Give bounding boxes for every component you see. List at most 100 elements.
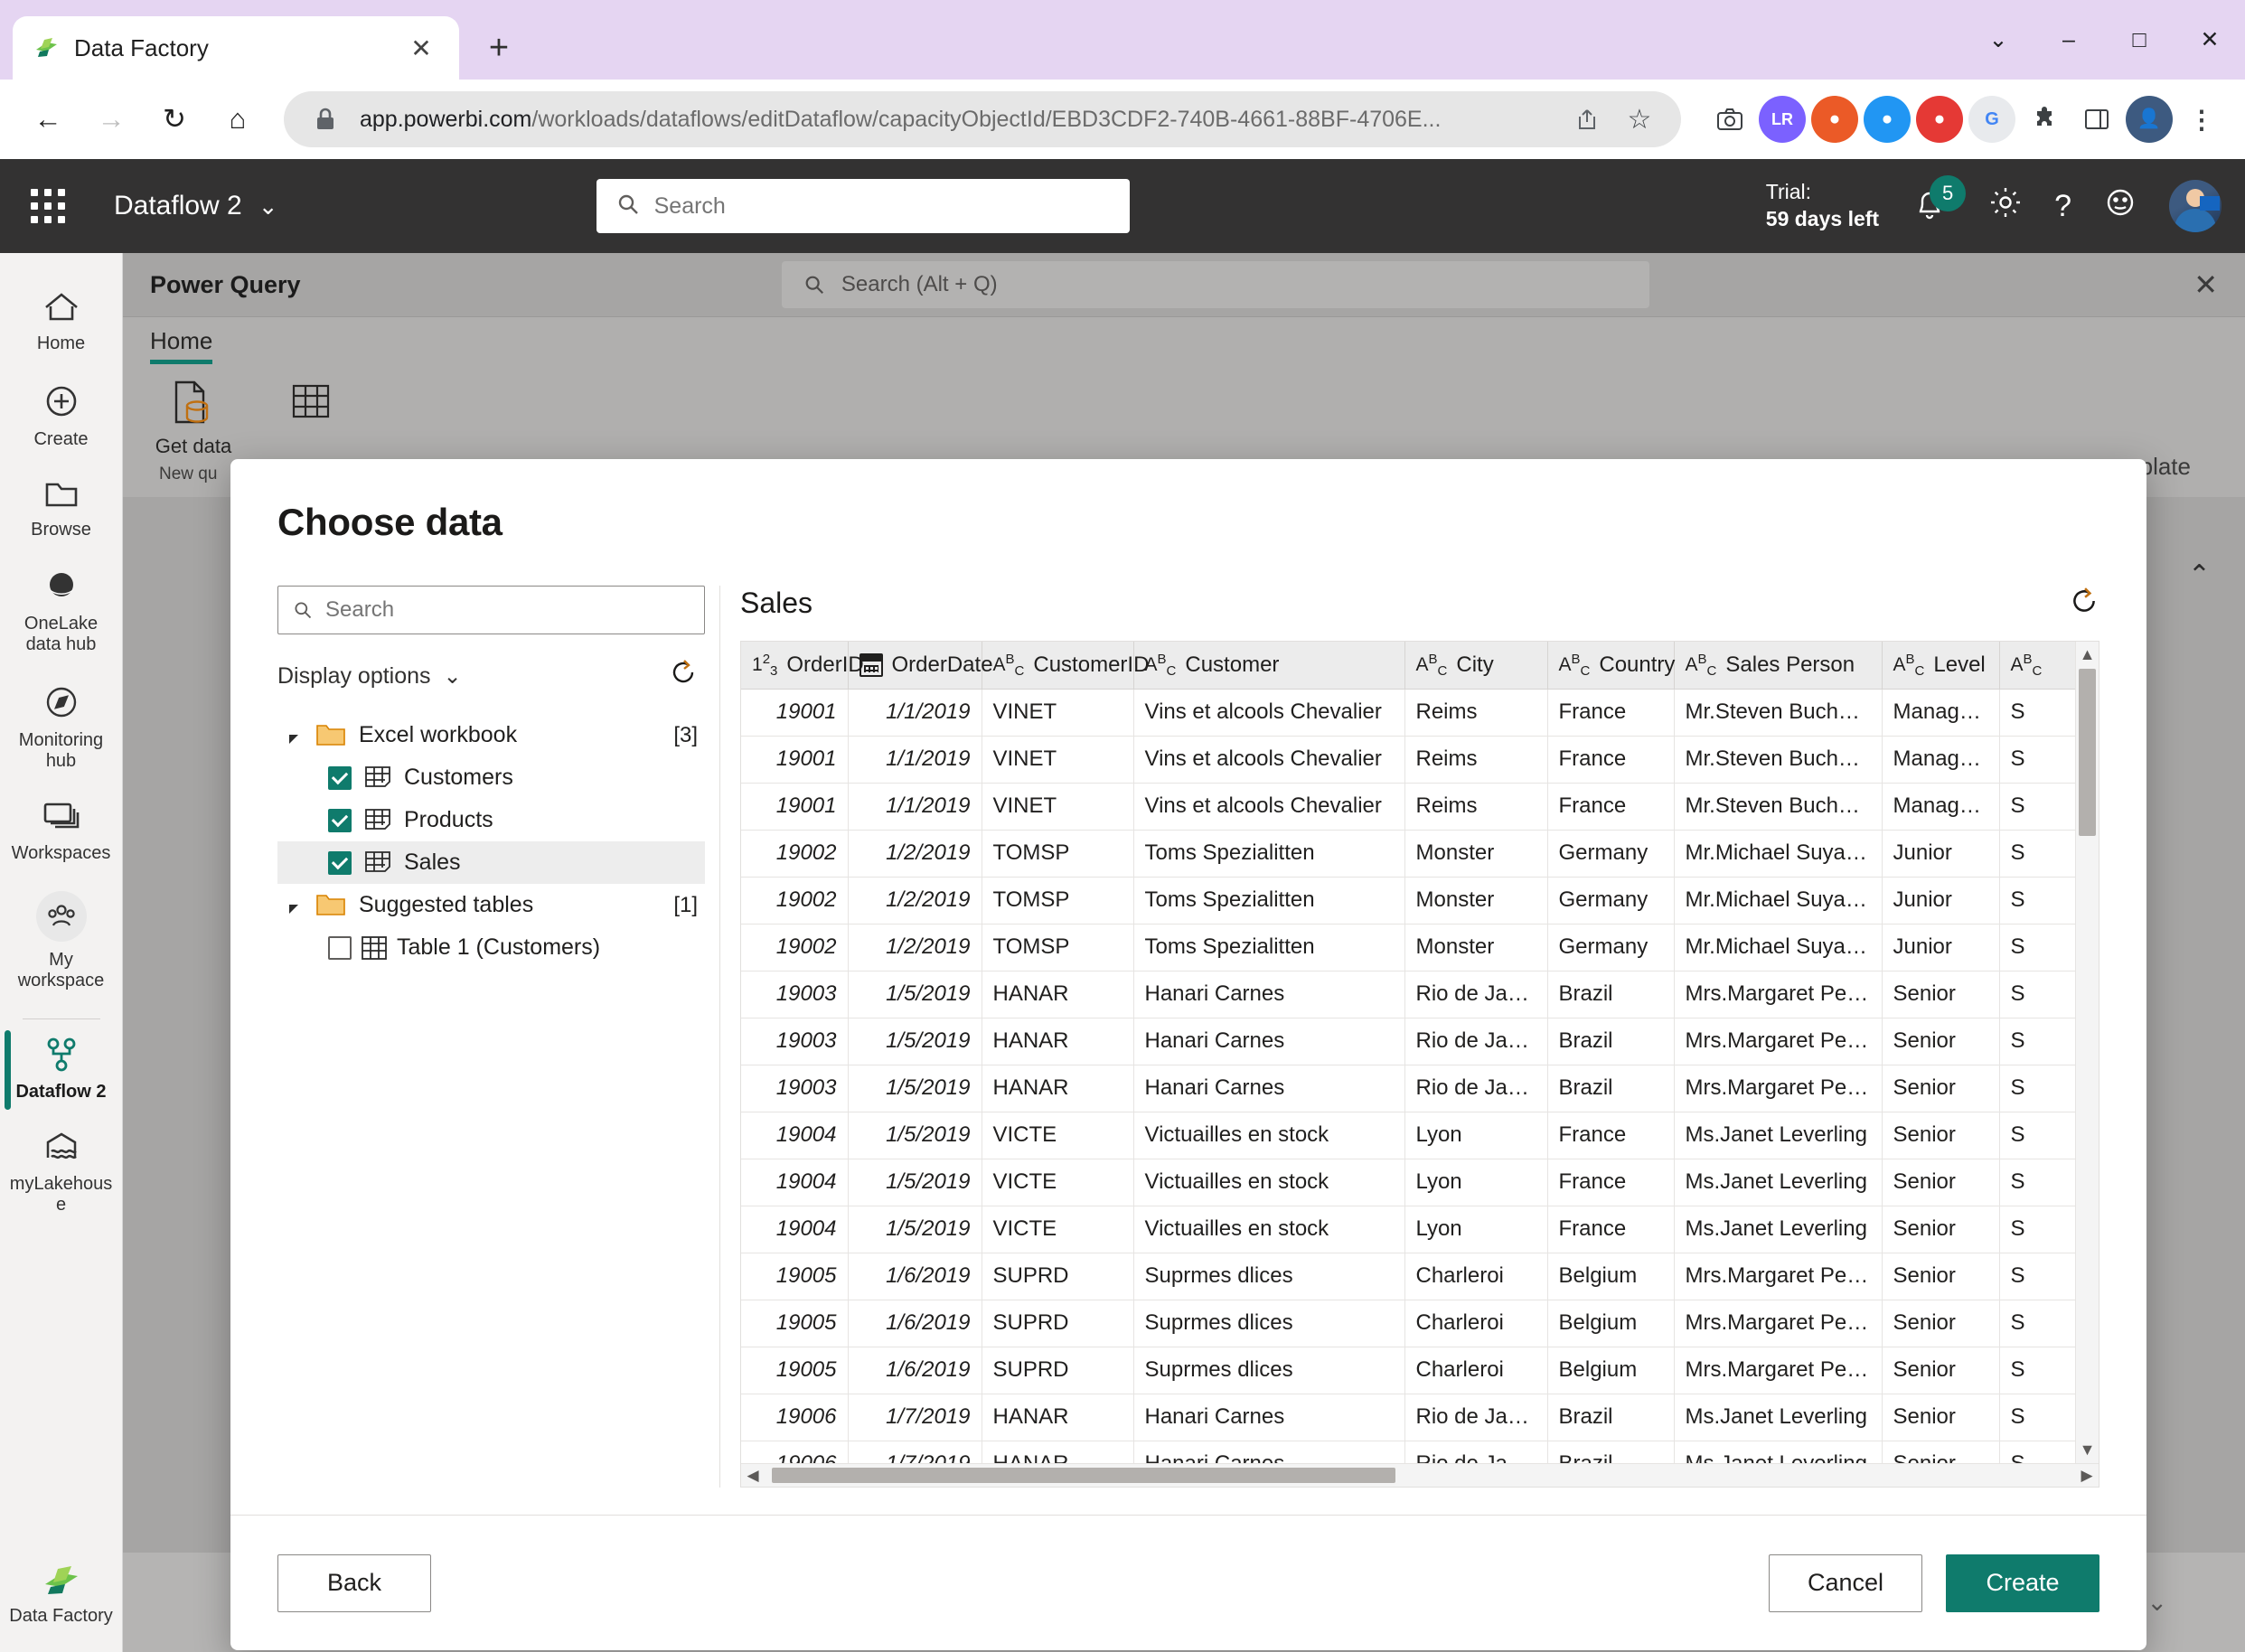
user-avatar[interactable] bbox=[2169, 180, 2222, 232]
forward-icon[interactable]: → bbox=[83, 91, 139, 147]
table-row[interactable]: 19003 1/5/2019 HANAR Hanari Carnes Rio de Ja… bbox=[741, 971, 2075, 1018]
checkbox[interactable] bbox=[328, 808, 352, 832]
sidebar-item-home[interactable]: Home bbox=[0, 277, 123, 369]
chevron-up-icon[interactable]: ⌃ bbox=[2188, 559, 2211, 591]
vertical-scroll-thumb[interactable] bbox=[2079, 669, 2096, 836]
caret-expanded-icon[interactable] bbox=[286, 897, 303, 914]
power-query-search[interactable]: Search (Alt + Q) bbox=[781, 261, 1649, 308]
profile-avatar[interactable]: 👤 bbox=[2126, 96, 2173, 143]
cancel-button[interactable]: Cancel bbox=[1769, 1553, 1922, 1612]
tree-group-excel-workbook[interactable]: Excel workbook [3] bbox=[277, 714, 705, 756]
tree-item-products[interactable]: Products bbox=[277, 799, 705, 841]
kebab-menu-icon[interactable]: ⋮ bbox=[2178, 96, 2225, 143]
table-row[interactable]: 19003 1/5/2019 HANAR Hanari Carnes Rio de Ja… bbox=[741, 1018, 2075, 1065]
table-row[interactable]: 190061/7/2019HANARHanari CarnesRio de Ja… bbox=[741, 1441, 2075, 1463]
sidebar-item-monitoring-hub[interactable]: Monitoring hub bbox=[0, 670, 123, 786]
maximize-button[interactable]: □ bbox=[2104, 0, 2175, 80]
table-row[interactable]: 19004 1/5/2019 VICTE Victuailles en stock Ly… bbox=[741, 1159, 2075, 1206]
column-header-city[interactable]: ABC City bbox=[1404, 642, 1548, 690]
feedback-icon[interactable] bbox=[2102, 184, 2138, 229]
table-row[interactable]: 19001 1/1/2019 VINET Vins et alcools Cheval… bbox=[741, 783, 2075, 831]
app-title[interactable]: Dataflow 2 ⌄ bbox=[114, 191, 278, 221]
tab-home[interactable]: Home bbox=[150, 327, 213, 364]
scroll-up-arrow[interactable]: ▲ bbox=[2076, 645, 2099, 664]
horizontal-scrollbar[interactable]: ◀ ▶ bbox=[741, 1463, 2099, 1487]
help-icon[interactable]: ? bbox=[2054, 189, 2071, 224]
sidebar-item-browse[interactable]: Browse bbox=[0, 465, 123, 555]
table-row[interactable]: 19005 1/6/2019 SUPRD Suprmes dlices Charlero… bbox=[741, 1347, 2075, 1394]
sidebar-item-data-factory[interactable]: Data Factory bbox=[0, 1549, 123, 1652]
chevron-down-icon[interactable]: ⌄ bbox=[1963, 0, 2034, 80]
back-button[interactable]: Back bbox=[277, 1553, 431, 1612]
browser-tab[interactable]: Data Factory ✕ bbox=[13, 16, 459, 80]
navigator-search[interactable] bbox=[277, 586, 705, 634]
chevron-down-icon[interactable]: ⌄ bbox=[258, 192, 278, 221]
caret-expanded-icon[interactable] bbox=[286, 727, 303, 744]
pokeball-extension-icon[interactable]: ● bbox=[1916, 96, 1963, 143]
translate-extension-icon[interactable]: G bbox=[1968, 96, 2015, 143]
column-header-customerid[interactable]: ABC CustomerID bbox=[982, 642, 1149, 690]
table-row[interactable]: 19005 1/6/2019 SUPRD Suprmes dlices Charlero… bbox=[741, 1300, 2075, 1347]
checkbox[interactable] bbox=[328, 850, 352, 875]
lr-extension-icon[interactable]: LR bbox=[1759, 96, 1806, 143]
sidebar-item-create[interactable]: Create bbox=[0, 369, 123, 465]
back-icon[interactable]: ← bbox=[20, 91, 76, 147]
address-bar[interactable]: app.powerbi.com/workloads/dataflows/edit… bbox=[284, 91, 1681, 147]
sidebar-item-workspaces[interactable]: Workspaces bbox=[0, 786, 123, 878]
table-button[interactable] bbox=[268, 379, 354, 424]
table-row[interactable]: 19004 1/5/2019 VICTE Victuailles en stock Ly… bbox=[741, 1112, 2075, 1159]
table-row[interactable]: 19002 1/2/2019 TOMSP Toms Spezialitten Monst… bbox=[741, 830, 2075, 878]
checkbox[interactable] bbox=[328, 935, 352, 960]
table-row[interactable]: 19001 1/1/2019 VINET Vins et alcools Cheval… bbox=[741, 689, 2075, 737]
settings-icon[interactable] bbox=[1987, 184, 2024, 229]
new-tab-button[interactable]: + bbox=[472, 21, 526, 75]
chevron-down-icon[interactable]: ⌄ bbox=[2146, 1589, 2167, 1617]
checkbox[interactable] bbox=[328, 765, 352, 790]
bookmark-icon[interactable]: ☆ bbox=[1621, 104, 1658, 136]
chevron-down-icon[interactable]: ⌄ bbox=[444, 663, 462, 690]
get-data-button[interactable]: Get data bbox=[150, 379, 237, 457]
column-header-orderdate[interactable]: OrderDate bbox=[848, 642, 993, 690]
close-window-button[interactable]: ✕ bbox=[2175, 0, 2245, 80]
global-search-input[interactable] bbox=[653, 192, 1110, 220]
tree-item-table-1-customers[interactable]: Table 1 (Customers) bbox=[277, 926, 705, 969]
sidebar-item-onelake-data-hub[interactable]: OneLake data hub bbox=[0, 555, 123, 670]
vertical-scrollbar[interactable]: ▲ ▼ bbox=[2075, 642, 2099, 1463]
scroll-down-arrow[interactable]: ▼ bbox=[2076, 1441, 2099, 1460]
camera-icon[interactable] bbox=[1706, 96, 1753, 143]
column-header-level[interactable]: ABC Level bbox=[1882, 642, 2000, 690]
column-header-country[interactable]: ABC Country bbox=[1547, 642, 1675, 690]
display-options-button[interactable]: Display options ⌄ bbox=[277, 663, 462, 690]
table-row[interactable]: 19001 1/1/2019 VINET Vins et alcools Cheval… bbox=[741, 736, 2075, 784]
refresh-icon[interactable] bbox=[669, 658, 698, 694]
create-button[interactable]: Create bbox=[1946, 1553, 2099, 1612]
scroll-left-arrow[interactable]: ◀ bbox=[741, 1467, 765, 1485]
refresh-icon[interactable] bbox=[2069, 586, 2099, 621]
scroll-right-arrow[interactable]: ▶ bbox=[2075, 1467, 2099, 1485]
column-header-customer[interactable]: ABC Customer bbox=[1133, 642, 1405, 690]
column-header-orderid[interactable]: 123 OrderID bbox=[741, 642, 864, 690]
column-header-sales-person[interactable]: ABC Sales Person bbox=[1674, 642, 1883, 690]
share-icon[interactable] bbox=[1569, 108, 1605, 131]
column-header-partial[interactable]: ABC bbox=[1999, 642, 2075, 690]
shield-extension-icon[interactable]: ● bbox=[1811, 96, 1858, 143]
reload-icon[interactable]: ↻ bbox=[146, 91, 202, 147]
navigator-search-input[interactable] bbox=[325, 597, 690, 623]
sidebar-item-my-workspace[interactable]: My workspace bbox=[0, 878, 123, 1006]
notifications-button[interactable]: 5 bbox=[1910, 175, 1967, 230]
table-row[interactable]: 19004 1/5/2019 VICTE Victuailles en stock Ly… bbox=[741, 1206, 2075, 1253]
puzzle-icon[interactable] bbox=[2021, 96, 2068, 143]
close-icon[interactable]: ✕ bbox=[2193, 268, 2218, 302]
close-icon[interactable]: ✕ bbox=[403, 30, 439, 66]
minimize-button[interactable]: – bbox=[2034, 0, 2104, 80]
sidebar-item-dataflow-2[interactable]: Dataflow 2 bbox=[0, 1023, 123, 1117]
browser-extension-icon[interactable]: ● bbox=[1864, 96, 1911, 143]
table-row[interactable]: 19002 1/2/2019 TOMSP Toms Spezialitten Monst… bbox=[741, 924, 2075, 971]
home-icon[interactable]: ⌂ bbox=[210, 91, 266, 147]
app-launcher-icon[interactable] bbox=[23, 189, 74, 223]
tree-group-suggested-tables[interactable]: Suggested tables [1] bbox=[277, 884, 705, 926]
tree-item-customers[interactable]: Customers bbox=[277, 756, 705, 799]
global-search[interactable] bbox=[596, 179, 1130, 233]
horizontal-scroll-thumb[interactable] bbox=[772, 1468, 1395, 1483]
table-row[interactable]: 19003 1/5/2019 HANAR Hanari Carnes Rio de Ja… bbox=[741, 1065, 2075, 1112]
